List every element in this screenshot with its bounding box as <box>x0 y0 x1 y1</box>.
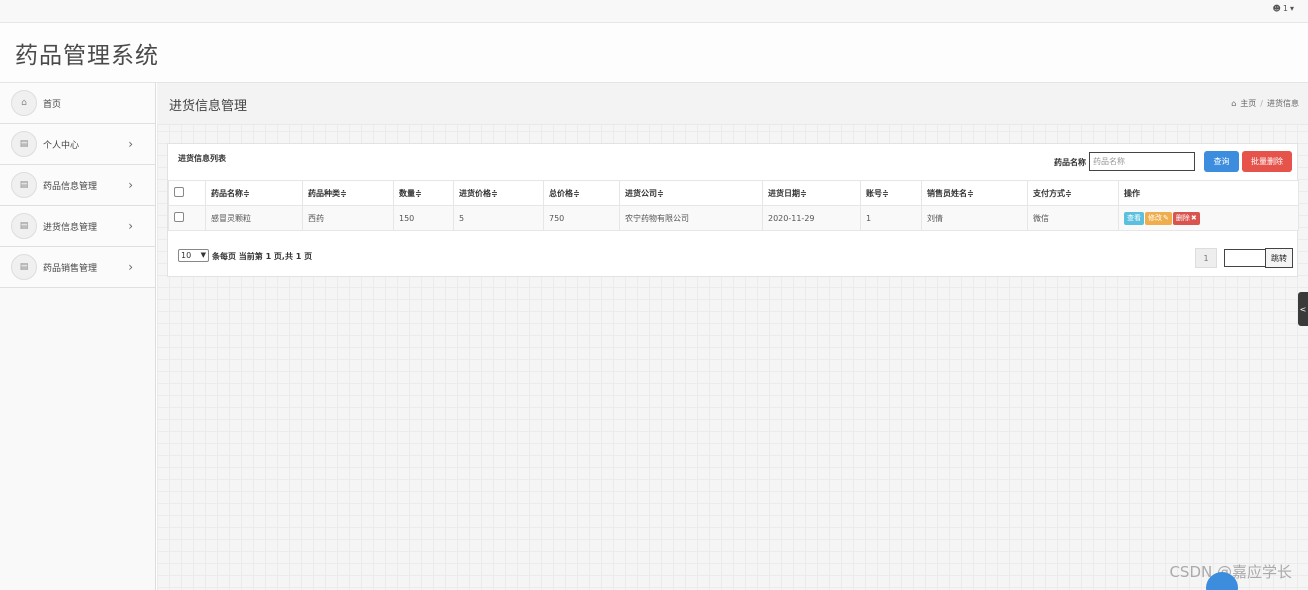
edit-button[interactable]: 修改 ✎ <box>1145 211 1172 225</box>
list-icon: ▤ <box>11 213 37 239</box>
purchase-list-panel: 进货信息列表 药品名称 查询 批量删除 药品名称≑ 药品种类≑ 数量≑ 进货价格… <box>167 143 1299 277</box>
sidebar: ⌂ 首页 ▤ 个人中心 › ▤ 药品信息管理 › ▤ 进货信息管理 › ▤ 药品… <box>0 83 156 590</box>
page-size-select[interactable]: 10 ▼ <box>178 249 209 262</box>
column-header[interactable]: 数量≑ <box>393 180 454 206</box>
chevron-right-icon: › <box>128 178 133 192</box>
table-header-row: 药品名称≑ 药品种类≑ 数量≑ 进货价格≑ 总价格≑ 进货公司≑ 进货日期≑ 账… <box>168 180 1299 206</box>
select-all-checkbox[interactable] <box>174 187 184 197</box>
app-title: 药品管理系统 <box>15 43 159 69</box>
panel-title: 进货信息列表 <box>178 154 226 163</box>
table-cell: 感冒灵颗粒 <box>205 205 303 231</box>
column-header: 操作 <box>1118 180 1299 206</box>
main-content: 进货信息管理 ⌂ 主页 / 进货信息 进货信息列表 药品名称 查询 批量删除 药… <box>157 83 1308 590</box>
table-cell: 150 <box>393 205 454 231</box>
list-icon: ▤ <box>11 254 37 280</box>
sidebar-item-label: 进货信息管理 <box>43 222 98 233</box>
code-toggle-tab[interactable]: < <box>1298 292 1308 326</box>
pager-summary: 条每页 当前第 1 页,共 1 页 <box>212 252 313 261</box>
chevron-right-icon: › <box>128 137 133 151</box>
page-size-value: 10 <box>181 251 192 260</box>
user-menu-label: 1 <box>1282 4 1288 13</box>
code-icon: < <box>1299 304 1307 314</box>
table-cell: 西药 <box>302 205 394 231</box>
breadcrumb: ⌂ 主页 / 进货信息 <box>1231 98 1299 109</box>
sidebar-item-label: 药品销售管理 <box>43 263 98 274</box>
column-header[interactable]: 销售员姓名≑ <box>921 180 1028 206</box>
delete-button[interactable]: 删除 ✖ <box>1172 211 1200 225</box>
column-header[interactable]: 进货价格≑ <box>453 180 544 206</box>
breadcrumb-separator: / <box>1260 99 1263 108</box>
search-button[interactable]: 查询 <box>1204 151 1239 172</box>
sidebar-item-profile[interactable]: ▤ 个人中心 › <box>0 124 155 165</box>
user-menu[interactable]: ☻ 1 ▾ <box>1273 4 1294 13</box>
jump-page-input[interactable] <box>1224 249 1266 267</box>
table-cell: 刘倩 <box>921 205 1028 231</box>
purchase-table: 药品名称≑ 药品种类≑ 数量≑ 进货价格≑ 总价格≑ 进货公司≑ 进货日期≑ 账… <box>168 180 1299 231</box>
table-cell: 2020-11-29 <box>762 205 861 231</box>
sidebar-item-label: 药品信息管理 <box>43 181 98 192</box>
home-icon: ⌂ <box>1231 99 1237 108</box>
column-header[interactable]: 账号≑ <box>860 180 922 206</box>
page-title: 进货信息管理 <box>169 99 248 114</box>
list-icon: ▤ <box>11 172 37 198</box>
row-checkbox[interactable] <box>174 212 184 222</box>
breadcrumb-current: 进货信息 <box>1267 99 1299 108</box>
sidebar-item-sales[interactable]: ▤ 药品销售管理 › <box>0 247 155 288</box>
view-button-label: 查看 <box>1127 214 1141 222</box>
close-icon: ✖ <box>1190 214 1197 222</box>
drug-name-search-input[interactable] <box>1089 152 1195 171</box>
page-header: 进货信息管理 ⌂ 主页 / 进货信息 <box>157 83 1308 125</box>
home-icon: ⌂ <box>11 90 37 116</box>
row-select-cell <box>168 205 206 231</box>
list-icon: ▤ <box>11 131 37 157</box>
breadcrumb-home-link[interactable]: 主页 <box>1240 98 1256 109</box>
column-header[interactable]: 总价格≑ <box>543 180 620 206</box>
column-header[interactable]: 药品种类≑ <box>302 180 394 206</box>
sidebar-item-label: 首页 <box>43 99 62 110</box>
search-label: 药品名称 <box>1054 158 1086 167</box>
chevron-right-icon: › <box>128 219 133 233</box>
table-cell: 农宁药物有限公司 <box>619 205 763 231</box>
table-cell: 5 <box>453 205 544 231</box>
chevron-down-icon: ▼ <box>200 251 206 259</box>
edit-button-label: 修改 <box>1148 214 1162 222</box>
page-number-button[interactable]: 1 <box>1195 248 1217 268</box>
column-header[interactable]: 药品名称≑ <box>205 180 303 206</box>
sidebar-item-drug-info[interactable]: ▤ 药品信息管理 › <box>0 165 155 206</box>
sidebar-item-home[interactable]: ⌂ 首页 <box>0 83 155 124</box>
sidebar-item-purchase-info[interactable]: ▤ 进货信息管理 › <box>0 206 155 247</box>
view-button[interactable]: 查看 <box>1124 211 1144 225</box>
sidebar-item-label: 个人中心 <box>43 140 80 151</box>
table-cell: 750 <box>543 205 620 231</box>
delete-button-label: 删除 <box>1175 214 1190 222</box>
select-all-cell <box>168 180 206 206</box>
row-actions-cell: 查看 修改 ✎ 删除 ✖ <box>1118 205 1299 231</box>
table-row: 感冒灵颗粒 西药 150 5 750 农宁药物有限公司 2020-11-29 1… <box>168 205 1299 231</box>
column-header[interactable]: 支付方式≑ <box>1027 180 1119 206</box>
top-navbar: ☻ 1 ▾ <box>0 0 1308 23</box>
user-icon: ☻ <box>1272 4 1281 13</box>
column-header[interactable]: 进货公司≑ <box>619 180 763 206</box>
table-cell: 1 <box>860 205 922 231</box>
column-header[interactable]: 进货日期≑ <box>762 180 861 206</box>
pencil-icon: ✎ <box>1163 214 1169 222</box>
batch-delete-button[interactable]: 批量删除 <box>1242 151 1292 172</box>
caret-down-icon: ▾ <box>1289 4 1294 13</box>
table-cell: 微信 <box>1027 205 1119 231</box>
jump-button[interactable]: 跳转 <box>1265 248 1293 268</box>
chevron-right-icon: › <box>128 260 133 274</box>
app-header: 药品管理系统 <box>0 23 1308 83</box>
